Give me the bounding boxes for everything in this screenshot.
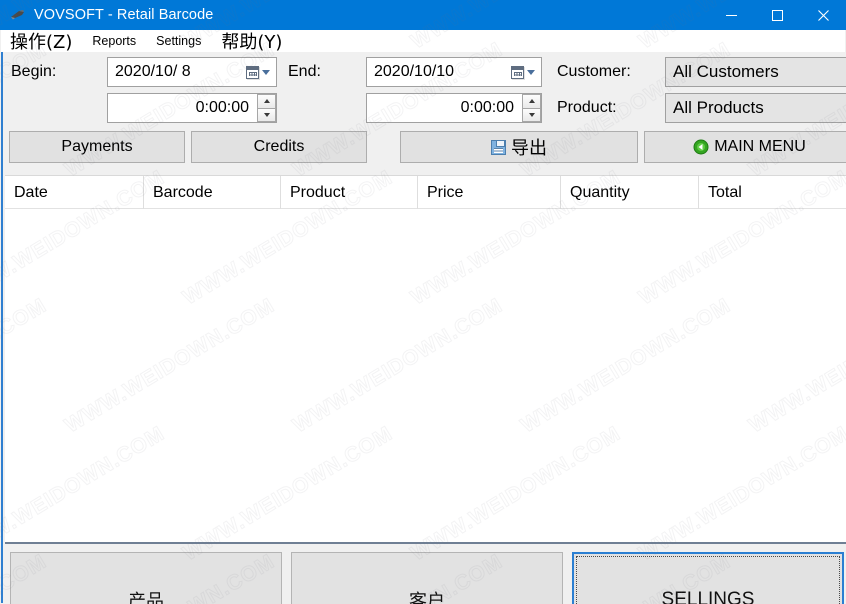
end-label: End: (288, 63, 321, 80)
calendar-icon (246, 65, 259, 79)
column-header-quantity[interactable]: Quantity (560, 176, 698, 209)
begin-time-stepper[interactable] (257, 94, 276, 122)
export-button[interactable]: 导出 (400, 131, 638, 163)
chevron-up-icon (263, 99, 270, 104)
close-icon[interactable] (800, 0, 846, 30)
save-floppy-icon (491, 139, 506, 155)
bottom-navigation-panel: 产品 客户 SELLINGS (5, 544, 846, 604)
column-header-product[interactable]: Product (280, 176, 417, 209)
stepper-up-button[interactable] (522, 94, 541, 109)
begin-date-picker[interactable]: 2020/10/ 8 (107, 57, 277, 87)
window-controls (708, 0, 846, 30)
application-window: VOVSOFT - Retail Barcode 操作(Z) Reports S… (0, 0, 846, 604)
chevron-down-icon (262, 69, 270, 75)
credits-label: Credits (253, 138, 305, 155)
end-time-value: 0:00:00 (460, 99, 514, 116)
main-menu-button[interactable]: MAIN MENU (644, 131, 846, 163)
customers-button[interactable]: 客户 (291, 552, 563, 604)
calendar-icon (511, 65, 524, 79)
calendar-dropdown-end[interactable] (511, 65, 541, 79)
products-button[interactable]: 产品 (10, 552, 282, 604)
sellings-button[interactable]: SELLINGS (572, 552, 844, 604)
end-date-value: 2020/10/10 (374, 63, 455, 80)
export-label: 导出 (511, 138, 547, 159)
product-value: All Products (673, 98, 764, 117)
begin-time-input[interactable]: 0:00:00 (107, 93, 277, 123)
column-header-date[interactable]: Date (5, 176, 143, 209)
title-bar: VOVSOFT - Retail Barcode (0, 0, 846, 30)
begin-date-value: 2020/10/ 8 (115, 63, 191, 80)
maximize-icon[interactable] (754, 0, 800, 30)
barcode-scanner-icon (9, 6, 27, 24)
products-label: 产品 (128, 591, 164, 604)
menu-bar: 操作(Z) Reports Settings 帮助(Y) (1, 30, 845, 53)
stepper-up-button[interactable] (257, 94, 276, 109)
stepper-down-button[interactable] (522, 108, 541, 122)
chevron-up-icon (528, 99, 535, 104)
list-body[interactable] (5, 209, 846, 542)
client-area: Begin: 2020/10/ 8 End: 2020/10/10 Custom… (1, 52, 846, 604)
end-time-stepper[interactable] (522, 94, 541, 122)
begin-label: Begin: (11, 63, 57, 80)
column-header-price[interactable]: Price (417, 176, 560, 209)
sellings-list[interactable]: Date Barcode Product Price Quantity Tota… (5, 175, 846, 542)
calendar-dropdown[interactable] (246, 65, 276, 79)
menu-settings[interactable]: Settings (154, 32, 210, 50)
credits-button[interactable]: Credits (191, 131, 367, 163)
window-title: VOVSOFT - Retail Barcode (34, 7, 214, 23)
chevron-down-icon (263, 112, 270, 117)
payments-label: Payments (61, 138, 133, 155)
customer-label: Customer: (557, 63, 631, 80)
begin-time-value: 0:00:00 (195, 99, 249, 116)
end-date-picker[interactable]: 2020/10/10 (366, 57, 542, 87)
stepper-down-button[interactable] (257, 108, 276, 122)
column-header-total[interactable]: Total (698, 176, 846, 209)
customers-label: 客户 (409, 591, 445, 604)
chevron-down-icon (528, 112, 535, 117)
list-header: Date Barcode Product Price Quantity Tota… (5, 176, 846, 209)
chevron-down-icon (527, 69, 535, 75)
end-time-input[interactable]: 0:00:00 (366, 93, 542, 123)
column-header-barcode[interactable]: Barcode (143, 176, 280, 209)
minimize-icon[interactable] (708, 0, 754, 30)
customer-select[interactable]: All Customers (665, 57, 846, 87)
customer-value: All Customers (673, 62, 779, 81)
product-label: Product: (557, 99, 617, 116)
sellings-label: SELLINGS (661, 589, 755, 604)
green-back-arrow-icon (693, 139, 709, 155)
product-select[interactable]: All Products (665, 93, 846, 123)
main-menu-label: MAIN MENU (714, 138, 806, 155)
menu-reports[interactable]: Reports (90, 32, 145, 50)
payments-button[interactable]: Payments (9, 131, 185, 163)
